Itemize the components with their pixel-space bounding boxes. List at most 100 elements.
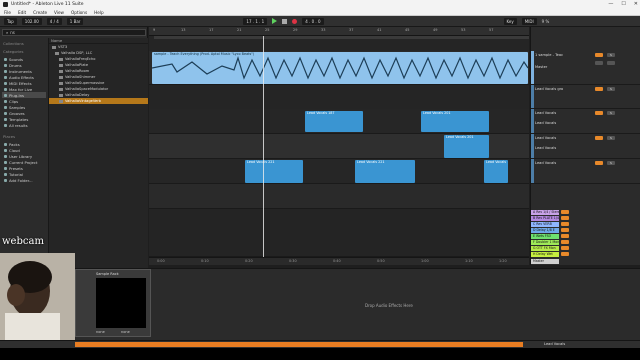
quantize-select[interactable]: 1 Bar [66,17,84,25]
track-activator-button[interactable] [561,216,569,220]
folder-icon [4,172,7,176]
all-results-icon [4,123,7,127]
webcam-image [0,253,75,340]
chain-select[interactable]: none [121,330,130,334]
track-activator-button[interactable] [561,234,569,238]
maximize-button[interactable]: ☐ [621,1,625,7]
device-view[interactable]: Sample Rack none none Drop Audio Effects… [75,268,640,340]
audio-clip[interactable]: Lead Vocals 187 [305,111,363,132]
time-ruler[interactable]: 0:00 0:10 0:20 0:30 0:40 0:50 1:00 1:10 … [149,257,529,265]
chain-select[interactable]: none [96,330,105,334]
time-signature[interactable]: 4 / 4 [46,17,62,25]
audio-clip[interactable]: Lead Vocals 221 [245,160,303,183]
tap-button[interactable]: Tap [4,17,17,25]
arrangement-position[interactable]: 17 . 1 . 1 [243,17,268,25]
menu-bar: File Edit Create View Options Help [0,9,640,16]
track-lane-empty[interactable] [149,184,529,209]
track-header[interactable]: Lead Vocals Lead Vocals S [531,109,640,134]
solo-button[interactable]: S [607,161,615,165]
category-all-results[interactable]: All results [2,122,46,128]
time-mark: 1:00 [421,259,429,263]
track-header[interactable]: Lead Vocals S [531,159,640,184]
menu-options[interactable]: Options [71,10,87,15]
track-activator-button[interactable] [561,246,569,250]
track-color [531,51,534,84]
ruler-mark: 21 [237,28,242,32]
ruler-mark: 9 [153,28,156,32]
track-activator-button[interactable] [561,210,569,214]
plugin-icon [59,87,63,91]
solo-button[interactable]: S [607,111,615,115]
menu-create[interactable]: Create [33,10,47,15]
file-item-selected[interactable]: ValhallaVintageVerb [49,98,148,104]
close-button[interactable]: ✕ [634,1,638,7]
playhead[interactable] [263,36,264,264]
track-activator-button[interactable] [595,111,603,115]
record-icon[interactable] [292,18,298,24]
midi-map-button[interactable]: MIDI [521,17,537,25]
track-activator-button[interactable] [561,222,569,226]
browser-search-input[interactable]: ⌕ ns [2,29,146,36]
beat-ruler[interactable]: 9 13 17 21 25 29 33 37 41 45 49 53 57 [149,27,529,36]
ruler-mark: 41 [377,28,382,32]
solo-button[interactable]: S [607,87,615,91]
ableton-icon [3,2,8,7]
key-map-button[interactable]: Key [503,17,517,25]
collections-heading: Collections [3,41,24,46]
minimize-button[interactable]: — [608,1,613,7]
track-header[interactable]: Lead Vocals Lead Vocals S [531,134,640,159]
menu-file[interactable]: File [4,10,11,15]
track-activator-button[interactable] [595,136,603,140]
return-track[interactable]: H Delay Wet [531,251,640,257]
add-folder[interactable]: Add Folder... [2,177,46,183]
track-mixer: 1 sample - Teac Master S Lead Vocals gro… [530,27,640,265]
plugin-icon [59,63,63,67]
grooves-icon [4,111,7,115]
instrument-device[interactable]: Sample Rack none none [75,269,151,337]
cpu-meter: 9 % [541,18,550,24]
audio-clip[interactable]: sample - Teach Everything (Prod. Aptol M… [152,52,528,84]
track-activator-button[interactable] [561,228,569,232]
stop-icon[interactable] [282,18,288,24]
track-activator-button[interactable] [595,53,603,57]
track-activator-button[interactable] [595,161,603,165]
device-title: Sample Rack [96,272,119,276]
tempo-field[interactable]: 102.00 [21,17,42,25]
track-lane-sample[interactable]: sample - Teach Everything (Prod. Aptol M… [149,51,529,85]
loop-end[interactable]: 4 . 0 . 0 [302,17,324,25]
track-lane-lead-vocals[interactable]: Lead Vocals 201 [149,134,529,159]
menu-view[interactable]: View [54,10,64,15]
audio-clip[interactable]: Lead Vocals 201 [421,111,489,132]
solo-button[interactable]: S [607,136,615,140]
play-icon[interactable] [272,18,278,24]
loop-brace[interactable] [154,36,529,39]
solo-button[interactable]: S [607,53,615,57]
menu-help[interactable]: Help [94,10,104,15]
waveform [152,56,528,80]
track-lane-lead-vocals-group[interactable]: Lead Vocals 187 Lead Vocals 201 [149,109,529,134]
plugin-icon [59,81,63,85]
track-activator-button[interactable] [561,240,569,244]
track-lane-lead-vocals-2[interactable]: Lead Vocals 221 Lead Vocals 221 Lead Voc… [149,159,529,184]
time-mark: 1:20 [499,259,507,263]
master-track[interactable]: Master [531,258,640,264]
return-lanes[interactable] [149,209,529,257]
track-activator-button[interactable] [595,87,603,91]
volume-knob[interactable] [595,61,603,65]
ruler-mark: 49 [433,28,438,32]
track-header[interactable]: 1 sample - Teac Master S [531,51,640,85]
time-mark: 0:50 [377,259,385,263]
menu-edit[interactable]: Edit [18,10,26,15]
webcam-feed [0,253,75,340]
ruler-mark: 53 [461,28,466,32]
arrangement-view[interactable]: 9 13 17 21 25 29 33 37 41 45 49 53 57 sa… [149,27,529,265]
search-icon: ⌕ [6,30,9,35]
templates-icon [4,117,7,121]
track-activator-button[interactable] [561,252,569,256]
audio-clip[interactable]: Lead Vocals 221 [355,160,415,183]
track-header[interactable]: Lead Vocals gro S [531,85,640,109]
pan-knob[interactable] [607,61,615,65]
places-heading: Places [3,134,16,139]
audio-clip[interactable]: Lead Vocals [484,160,508,183]
audio-clip[interactable]: Lead Vocals 201 [444,135,489,158]
